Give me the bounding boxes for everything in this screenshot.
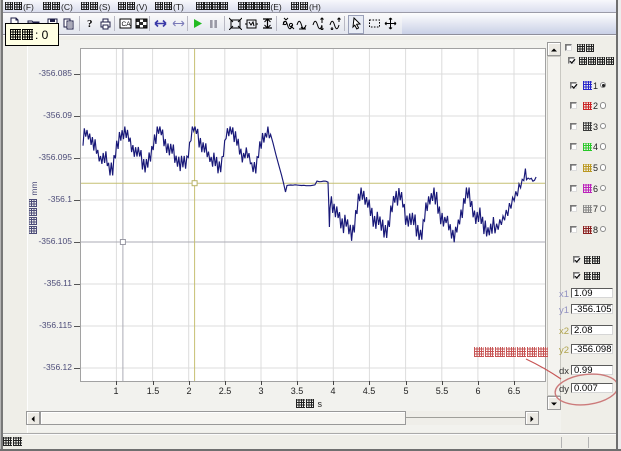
svg-text:CA: CA	[122, 21, 132, 28]
svg-text:?: ?	[87, 18, 93, 30]
